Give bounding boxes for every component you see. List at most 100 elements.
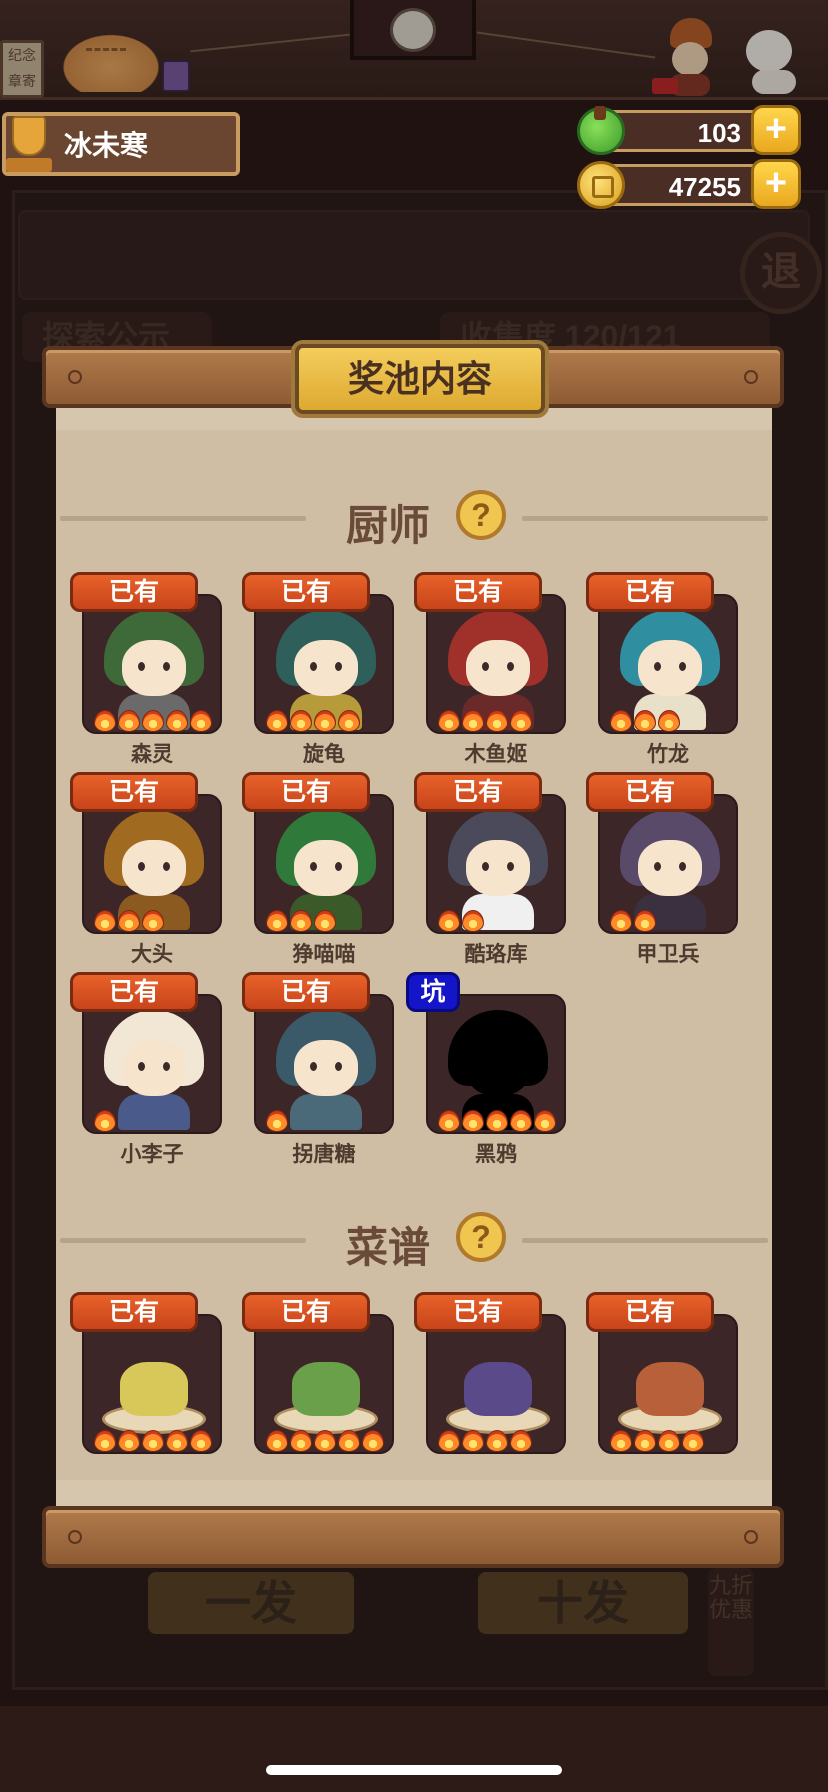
- flame-icon: [118, 910, 140, 932]
- flame-icon: [118, 710, 140, 732]
- flame-icon: [142, 1430, 164, 1452]
- flame-icon: [166, 710, 188, 732]
- chef-card[interactable]: 已有 森灵: [70, 572, 222, 766]
- flame-icon: [190, 710, 212, 732]
- flame-icon: [290, 710, 312, 732]
- flame-icon: [610, 910, 632, 932]
- card-name: 旋龟: [303, 743, 345, 766]
- chef-card[interactable]: 已有酷珞库: [414, 772, 566, 966]
- flame-rating: [438, 710, 532, 732]
- chef-section-heading: 厨师 ?: [56, 488, 772, 549]
- flame-icon: [610, 710, 632, 732]
- coin-value: 47255: [668, 172, 741, 202]
- chef-card[interactable]: 坑黑鸦: [406, 972, 566, 1166]
- chef-card[interactable]: 已有木鱼姬: [414, 572, 566, 766]
- card-name: 大头: [131, 943, 173, 966]
- flame-rating: [610, 710, 680, 732]
- flame-icon: [438, 1110, 460, 1132]
- recipe-section-heading: 菜谱 ?: [56, 1210, 772, 1271]
- card-name: 甲卫兵: [636, 943, 700, 966]
- recipe-section-label: 菜谱: [346, 1224, 431, 1271]
- chef-help-icon[interactable]: ?: [456, 490, 506, 540]
- flame-icon: [510, 1110, 532, 1132]
- recipe-card[interactable]: 已有: [70, 1292, 222, 1460]
- flame-icon: [658, 710, 680, 732]
- owned-badge: 已有: [242, 572, 370, 612]
- flame-icon: [510, 710, 532, 732]
- recipe-card[interactable]: 已有: [242, 1292, 394, 1460]
- flame-rating: [438, 910, 484, 932]
- flame-icon: [290, 910, 312, 932]
- flame-icon: [658, 1430, 680, 1452]
- flame-rating: [610, 910, 656, 932]
- flame-icon: [94, 1110, 116, 1132]
- recipe-card[interactable]: 已有: [414, 1292, 566, 1460]
- chef-portrait: [276, 1010, 376, 1130]
- card-name: 森灵: [131, 743, 173, 766]
- card-name: 狰喵喵: [292, 943, 356, 966]
- flame-icon: [338, 1430, 360, 1452]
- flame-rating: [266, 1110, 288, 1132]
- jade-gem-icon: [577, 106, 625, 155]
- chef-card[interactable]: 已有 拐唐糖: [242, 972, 394, 1166]
- owned-badge: 已有: [414, 1292, 542, 1332]
- owned-badge: 已有: [414, 572, 542, 612]
- flame-icon: [510, 1430, 532, 1452]
- flame-icon: [486, 1110, 508, 1132]
- flame-rating: [266, 910, 336, 932]
- owned-badge: 已有: [70, 972, 198, 1012]
- owned-badge: 已有: [70, 772, 198, 812]
- flame-icon: [94, 910, 116, 932]
- flame-icon: [290, 1430, 312, 1452]
- chef-card[interactable]: 已有 狰喵喵: [242, 772, 394, 966]
- flame-icon: [438, 710, 460, 732]
- modal-title: 奖池内容: [295, 344, 545, 414]
- flame-icon: [314, 910, 336, 932]
- flame-icon: [610, 1430, 632, 1452]
- card-name: 小李子: [120, 1143, 184, 1166]
- chef-card[interactable]: 已有大头: [70, 772, 222, 966]
- owned-badge: 已有: [70, 1292, 198, 1332]
- flame-icon: [266, 1430, 288, 1452]
- recipe-card[interactable]: 已有: [586, 1292, 738, 1460]
- flame-icon: [142, 710, 164, 732]
- chef-portrait: [104, 1010, 204, 1130]
- player-name-plate[interactable]: 冰未寒: [2, 112, 240, 176]
- flame-icon: [266, 1110, 288, 1132]
- chef-card[interactable]: 已有甲卫兵: [586, 772, 738, 966]
- card-name: 木鱼姬: [464, 743, 528, 766]
- flame-icon: [362, 1430, 384, 1452]
- flame-rating: [94, 1110, 116, 1132]
- add-gem-button[interactable]: +: [751, 105, 801, 155]
- owned-badge: 已有: [242, 1292, 370, 1332]
- card-name: 酷珞库: [464, 943, 528, 966]
- chef-section-label: 厨师: [346, 502, 431, 549]
- flame-icon: [314, 710, 336, 732]
- chef-card[interactable]: 已有 竹龙: [586, 572, 738, 766]
- chef-card[interactable]: 已有小李子: [70, 972, 222, 1166]
- home-indicator: [266, 1765, 562, 1775]
- recipe-help-icon[interactable]: ?: [456, 1212, 506, 1262]
- flame-rating: [94, 910, 164, 932]
- missing-badge: 坑: [406, 972, 460, 1012]
- add-coin-button[interactable]: +: [751, 159, 801, 209]
- flame-icon: [266, 710, 288, 732]
- flame-icon: [266, 910, 288, 932]
- dish-illustration: [442, 1346, 554, 1442]
- flame-rating: [438, 1110, 556, 1132]
- flame-icon: [486, 710, 508, 732]
- flame-icon: [94, 710, 116, 732]
- card-name: 黑鸦: [475, 1143, 517, 1166]
- flame-rating: [94, 1430, 212, 1452]
- flame-icon: [462, 710, 484, 732]
- flame-icon: [634, 1430, 656, 1452]
- dish-illustration: [614, 1346, 726, 1442]
- chef-card[interactable]: 已有旋龟: [242, 572, 394, 766]
- owned-badge: 已有: [586, 772, 714, 812]
- coin-counter: 47255 +: [577, 159, 801, 209]
- owned-badge: 已有: [586, 1292, 714, 1332]
- flame-rating: [610, 1430, 704, 1452]
- flame-icon: [682, 1430, 704, 1452]
- flame-icon: [118, 1430, 140, 1452]
- owned-badge: 已有: [414, 772, 542, 812]
